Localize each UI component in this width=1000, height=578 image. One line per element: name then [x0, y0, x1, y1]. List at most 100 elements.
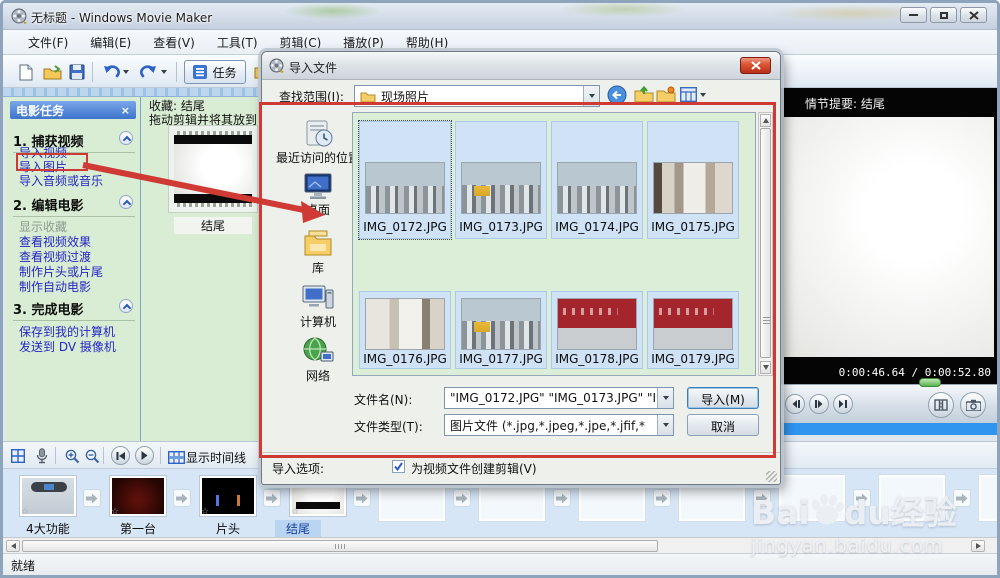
redo-button[interactable] [137, 62, 169, 82]
window-title: 无标题 - Windows Movie Maker [31, 11, 213, 25]
rewind-icon [116, 451, 125, 460]
zoom-out-button[interactable] [81, 446, 103, 466]
baidu-watermark: Bai du 经验 jingyan.baidu.com [751, 492, 957, 557]
empty-storyboard-slot[interactable] [978, 474, 997, 522]
clip-label-selected[interactable]: 结尾 [275, 520, 321, 537]
save-button[interactable] [66, 62, 88, 82]
transition-slot[interactable] [453, 489, 471, 507]
next-frame-button[interactable] [809, 394, 829, 414]
split-clip-button[interactable] [928, 392, 954, 418]
volume-slider[interactable] [919, 378, 941, 387]
storyboard-view-button[interactable] [7, 446, 29, 466]
microphone-icon [36, 448, 48, 464]
up-folder-icon [634, 86, 654, 103]
zoom-out-icon [85, 449, 99, 463]
close-button[interactable] [960, 7, 987, 23]
effect-star-icon[interactable]: ☆ [21, 507, 29, 517]
link-send-to-dv[interactable]: 发送到 DV 摄像机 [19, 338, 116, 355]
transition-slot[interactable] [353, 489, 371, 507]
split-clip-icon [934, 399, 948, 411]
redo-dropdown-arrow[interactable] [160, 70, 167, 74]
timeline-icon [167, 450, 185, 464]
title-bar: 无标题 - Windows Movie Maker [3, 3, 997, 30]
movie-maker-window: 无标题 - Windows Movie Maker 文件(F) 编辑(E) 查看… [0, 0, 1000, 578]
show-timeline-button[interactable] [165, 447, 187, 467]
menu-edit[interactable]: 编辑(E) [79, 31, 142, 54]
playback-time: 0:00:46.64 / 0:00:52.80 [838, 366, 991, 379]
storyboard-clip[interactable]: ☆ [19, 475, 77, 517]
effect-star-icon[interactable]: ☆ [201, 507, 209, 517]
take-picture-button[interactable] [960, 392, 986, 418]
dialog-close-button[interactable] [740, 57, 771, 74]
movie-tasks-title: 电影任务 [16, 103, 65, 118]
resize-grip[interactable] [766, 471, 777, 482]
views-icon [680, 87, 697, 102]
transition-slot[interactable] [653, 489, 671, 507]
preview-pane: 情节提要: 结尾 0:00:46.64 / 0:00:52.80 [781, 88, 997, 435]
preview-header: 情节提要: 结尾 [805, 97, 885, 111]
close-pane-icon[interactable]: × [121, 104, 130, 117]
undo-button[interactable] [99, 62, 131, 82]
storyboard-clip[interactable]: ☆ [199, 475, 257, 517]
watermark-brand: Bai du 经验 [751, 492, 957, 529]
open-project-button[interactable] [41, 62, 63, 82]
link-automovie[interactable]: 制作自动电影 [19, 278, 91, 295]
minimize-button[interactable] [900, 7, 927, 23]
menu-file[interactable]: 文件(F) [17, 31, 79, 54]
storyboard-clip[interactable]: ☆ [109, 475, 167, 517]
next-frame-icon [814, 400, 822, 408]
transition-arrow-icon [86, 493, 98, 503]
menu-tools[interactable]: 工具(T) [206, 31, 269, 54]
views-menu-button[interactable] [680, 87, 706, 102]
new-folder-button[interactable] [656, 86, 676, 103]
create-clips-checkbox[interactable] [392, 460, 405, 473]
up-one-level-button[interactable] [634, 86, 654, 103]
show-timeline-label[interactable]: 显示时间线 [186, 449, 246, 466]
scrollbar-thumb[interactable] [22, 540, 658, 552]
movie-tasks-pane: 电影任务 × 1. 捕获视频 导入视频 导入图片 导入音频或音乐 2. 编辑电影… [5, 97, 140, 441]
undo-dropdown-arrow[interactable] [122, 70, 129, 74]
chevron-down-icon[interactable] [700, 92, 706, 97]
effect-star-icon[interactable]: ☆ [111, 507, 119, 517]
skip-end-button[interactable] [833, 394, 853, 414]
play-icon [141, 451, 148, 460]
status-text: 就绪 [11, 559, 36, 573]
effect-star-icon[interactable]: ☆ [291, 507, 299, 517]
transition-slot[interactable] [553, 489, 571, 507]
transition-slot[interactable] [173, 489, 191, 507]
section-finish-movie: 3. 完成电影 [13, 299, 135, 321]
play-storyboard-button[interactable] [135, 446, 154, 465]
collapse-chevron-icon[interactable] [119, 131, 133, 145]
collection-pane: 收藏: 结尾 拖动剪辑并将其放到 结尾 [140, 97, 261, 441]
menu-view[interactable]: 查看(V) [142, 31, 206, 54]
transition-slot[interactable] [263, 489, 281, 507]
scroll-right-arrow[interactable] [971, 540, 985, 552]
collapse-chevron-icon[interactable] [119, 299, 133, 313]
camera-icon [965, 399, 981, 411]
clip-label: 片头 [215, 522, 240, 536]
transition-arrow-icon [956, 493, 968, 503]
dialog-title-bar: 导入文件 [262, 52, 780, 80]
clip-label: 4大功能 [26, 522, 70, 536]
checkmark-icon [394, 462, 403, 472]
close-icon [968, 10, 979, 20]
narrate-timeline-button[interactable] [31, 446, 53, 466]
rewind-storyboard-button[interactable] [111, 446, 130, 465]
previous-frame-button[interactable] [785, 394, 805, 414]
storyboard-grid-icon [11, 449, 25, 463]
dialog-app-icon [269, 58, 284, 73]
clip-label: 第一台 [119, 522, 156, 536]
tasks-button-label: 任务 [212, 65, 237, 80]
new-project-button[interactable] [15, 62, 37, 82]
tasks-button[interactable]: 任务 [184, 60, 246, 84]
preview-progress-bar [781, 423, 997, 435]
scroll-left-arrow[interactable] [6, 540, 20, 552]
zoom-in-button[interactable] [61, 446, 83, 466]
collection-header: 收藏: 结尾 拖动剪辑并将其放到 [149, 99, 267, 127]
movie-tasks-header: 电影任务 × [10, 101, 136, 119]
paw-icon [811, 494, 844, 525]
transition-slot[interactable] [83, 489, 101, 507]
restore-button[interactable] [930, 7, 957, 23]
section-title: 3. 完成电影 [13, 303, 84, 318]
folder-icon [360, 92, 376, 102]
